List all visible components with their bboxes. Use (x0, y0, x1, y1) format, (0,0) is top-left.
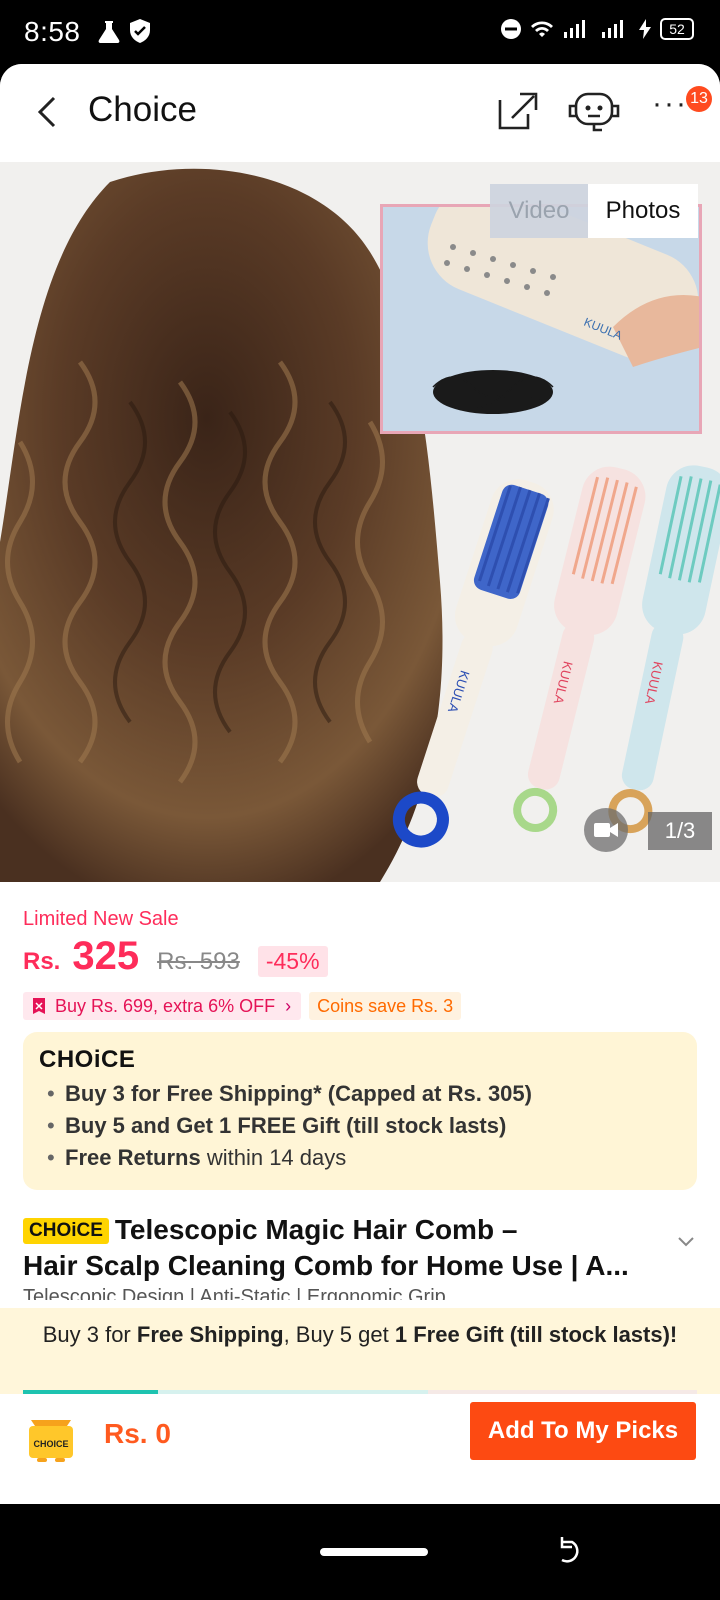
picks-total: Rs. 0 (104, 1418, 171, 1449)
choice-logo: CHOiCE (39, 1046, 136, 1073)
choice-benefits: CHOiCE • Buy 3 for Free Shipping* (Capped… (23, 1032, 697, 1190)
video-camera-icon[interactable] (584, 808, 628, 852)
benefit-item: • Buy 3 for Free Shipping* (Capped at Rs.… (47, 1081, 532, 1106)
dnd-icon (501, 19, 521, 39)
support-robot-icon[interactable] (566, 88, 622, 134)
coupon-text: Buy Rs. 699, extra 6% OFF (55, 995, 276, 1016)
tab-video[interactable]: Video (490, 184, 588, 238)
status-left-icons (96, 18, 152, 44)
image-counter: 1/3 (648, 812, 712, 850)
product-title[interactable]: CHOiCE Telescopic Magic Hair Comb – Hair … (23, 1212, 663, 1284)
home-gesture-bar[interactable] (320, 1548, 428, 1556)
currency-label: Rs. (23, 948, 61, 975)
chevron-down-icon[interactable] (676, 1234, 696, 1248)
shipping-banner: Buy 3 for Free Shipping, Buy 5 get 1 Fre… (0, 1308, 720, 1395)
shipping-text: Buy 3 for Free Shipping, Buy 5 get 1 Fre… (42, 1322, 678, 1347)
status-right-icons: 52 (500, 18, 694, 40)
chevron-right-icon: › (285, 995, 292, 1016)
system-nav-bar (0, 1504, 720, 1600)
notification-badge: 13 (686, 86, 712, 112)
price-row: Rs. 325 Rs. 593 -45% (23, 934, 328, 982)
media-toggle: Video Photos (490, 184, 698, 240)
page-title: Choice (88, 90, 197, 129)
signal-icon (564, 20, 585, 38)
coupon-icon (33, 998, 45, 1014)
flask-icon (98, 21, 120, 43)
app-screen: Choice ··· 13 KUULA Video Photos KUULA K… (0, 64, 720, 1504)
benefit-item: • Buy 5 and Get 1 FREE Gift (till stock l… (47, 1113, 507, 1138)
choice-tag: CHOiCE (23, 1218, 109, 1244)
original-price: Rs. 593 (157, 948, 240, 975)
tab-photos[interactable]: Photos (588, 184, 698, 238)
product-gallery[interactable]: KUULA Video Photos KUULA KUULA KUULA 1/3 (0, 162, 720, 882)
rotate-icon[interactable] (556, 1534, 586, 1568)
coupon-promo[interactable]: Buy Rs. 699, extra 6% OFF › (23, 992, 302, 1020)
shield-icon (130, 19, 150, 43)
current-price: 325 (72, 934, 140, 978)
promo-row: Buy Rs. 699, extra 6% OFF › Coins save R… (23, 992, 462, 1020)
signal-icon-2 (602, 20, 623, 38)
product-attributes: Telescopic Design | Anti-Static | Ergono… (23, 1286, 446, 1300)
add-to-picks-button[interactable]: Add To My Picks (470, 1402, 696, 1460)
discount-badge: -45% (257, 946, 328, 977)
title-line-2: Hair Scalp Cleaning Comb for Home Use | … (23, 1250, 629, 1281)
battery-icon: 52 (660, 18, 694, 40)
title-line-1: CHOiCE Telescopic Magic Hair Comb – (23, 1212, 663, 1248)
status-bar: 8:58 52 (0, 0, 720, 64)
benefits-list: • Buy 3 for Free Shipping* (Capped at Rs.… (47, 1078, 532, 1174)
charging-icon (639, 19, 651, 39)
sale-label: Limited New Sale (23, 908, 179, 930)
choice-cart-icon[interactable]: CHOICE (23, 1410, 79, 1464)
bottom-bar: CHOICE Rs. 0 Add To My Picks (0, 1394, 720, 1504)
top-bar: Choice ··· 13 (0, 64, 720, 162)
cart-label: CHOICE (33, 1439, 68, 1449)
back-arrow-icon[interactable] (30, 92, 66, 132)
share-icon[interactable] (496, 90, 538, 132)
wifi-icon (531, 21, 553, 37)
coins-promo[interactable]: Coins save Rs. 3 (309, 992, 462, 1020)
benefit-item: • Free Returns within 14 days (47, 1145, 347, 1170)
status-time: 8:58 (24, 16, 81, 47)
